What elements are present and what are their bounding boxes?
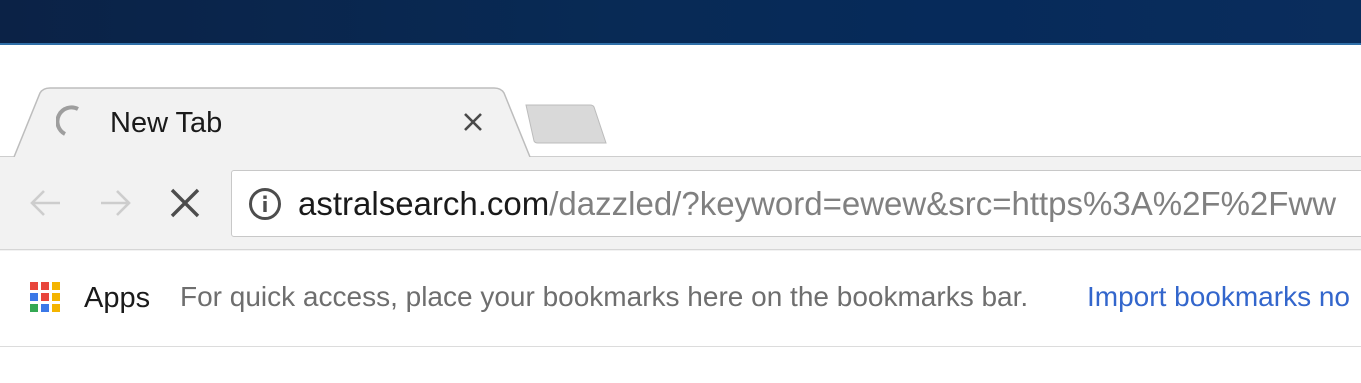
stop-button[interactable]	[163, 183, 207, 223]
url-host: astralsearch.com	[298, 185, 550, 222]
stop-loading-icon	[170, 188, 200, 218]
close-icon	[464, 113, 482, 131]
new-tab-button[interactable]	[522, 103, 608, 145]
forward-arrow-icon	[101, 190, 131, 216]
back-arrow-icon	[30, 190, 60, 216]
info-icon	[249, 188, 281, 220]
loading-spinner-icon	[55, 104, 82, 138]
bookmarks-hint-text: For quick access, place your bookmarks h…	[180, 281, 1029, 312]
forward-button[interactable]	[94, 183, 138, 223]
url-text[interactable]: astralsearch.com/dazzled/?keyword=ewew&s…	[298, 184, 1336, 224]
site-info-button[interactable]	[248, 187, 282, 221]
import-bookmarks-link[interactable]: Import bookmarks no	[1087, 281, 1350, 313]
tab-title[interactable]: New Tab	[110, 106, 222, 140]
new-tab-icon	[525, 104, 607, 144]
apps-grid-icon	[30, 280, 66, 316]
apps-label: Apps	[84, 281, 151, 314]
back-button[interactable]	[23, 183, 67, 223]
url-path: /dazzled/?keyword=ewew&src=https%3A%2F%2…	[549, 185, 1337, 222]
tab-close-button[interactable]	[458, 107, 488, 137]
apps-shortcut[interactable]: Apps	[30, 276, 150, 320]
address-bar[interactable]: astralsearch.com/dazzled/?keyword=ewew&s…	[231, 170, 1361, 237]
